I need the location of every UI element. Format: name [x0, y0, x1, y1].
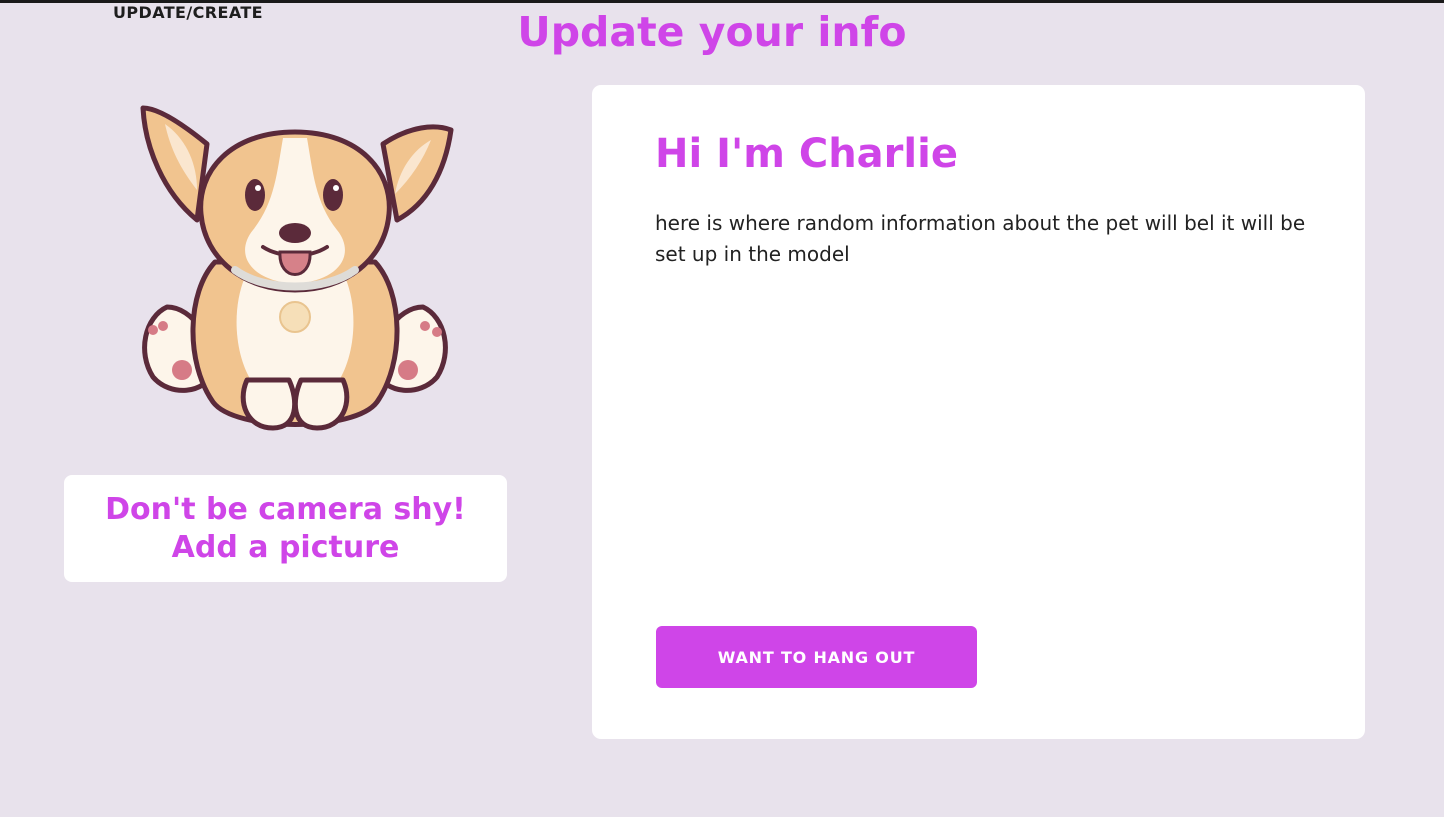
- pet-description: here is where random information about t…: [655, 211, 1306, 266]
- want-to-hang-out-button[interactable]: WANT TO HANG OUT: [656, 626, 977, 688]
- pet-info-card: Hi I'm Charlie here is where random info…: [592, 85, 1365, 739]
- corgi-puppy-icon: [140, 105, 454, 431]
- add-picture-button[interactable]: Don't be camera shy! Add a picture: [64, 475, 507, 582]
- upload-prompt-line1: Don't be camera shy!: [105, 491, 466, 527]
- pet-greeting-heading: Hi I'm Charlie: [655, 131, 958, 177]
- upload-prompt-line2: Add a picture: [171, 529, 400, 565]
- page-title: Update your info: [517, 8, 907, 56]
